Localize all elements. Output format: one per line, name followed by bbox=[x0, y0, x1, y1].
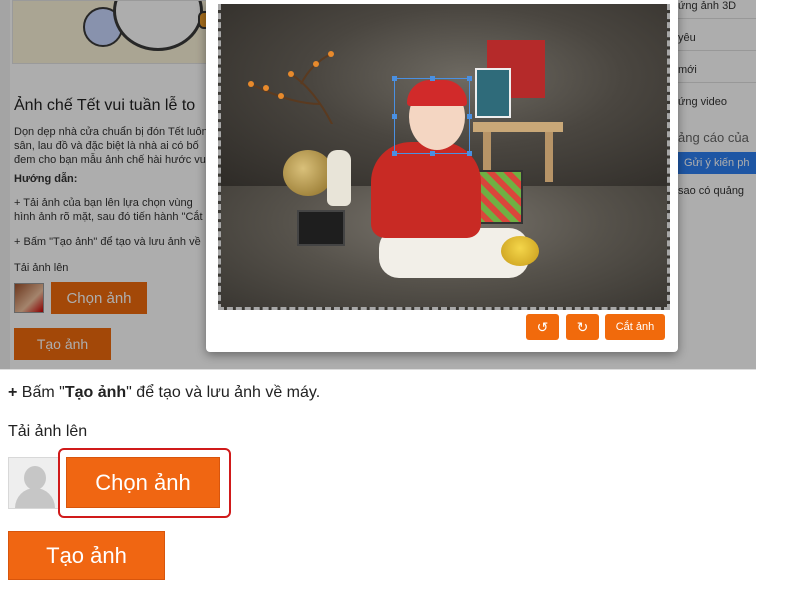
create-image-button[interactable]: Tạo ảnh bbox=[8, 531, 165, 580]
embedded-screenshot: Ảnh chế Tết vui tuần lễ to Dọn dẹp nhà c… bbox=[0, 0, 756, 370]
crop-selection-box[interactable] bbox=[392, 76, 472, 156]
crop-modal: ↺ ↻ Cắt ảnh bbox=[206, 0, 678, 352]
create-instruction: + Bấm "Tạo ảnh" để tạo và lưu ảnh về máy… bbox=[8, 384, 320, 402]
instruction-text-pre: Bấm " bbox=[21, 384, 65, 401]
rotate-right-icon[interactable]: ↻ bbox=[566, 314, 599, 340]
instruction-plus: + bbox=[8, 384, 18, 401]
choose-image-button[interactable]: Chọn ảnh bbox=[66, 457, 220, 508]
rotate-left-icon[interactable]: ↺ bbox=[526, 314, 559, 340]
instruction-text-post: " để tạo và lưu ảnh về máy. bbox=[126, 384, 321, 401]
user-silhouette-icon bbox=[24, 466, 46, 490]
plum-branch-decor bbox=[248, 51, 334, 124]
instruction-bold: Tạo ảnh bbox=[64, 384, 127, 401]
crop-button[interactable]: Cắt ảnh bbox=[605, 314, 665, 340]
upload-label: Tải ảnh lên bbox=[8, 423, 88, 440]
avatar-placeholder bbox=[8, 457, 60, 509]
photo-preview bbox=[218, 4, 670, 310]
